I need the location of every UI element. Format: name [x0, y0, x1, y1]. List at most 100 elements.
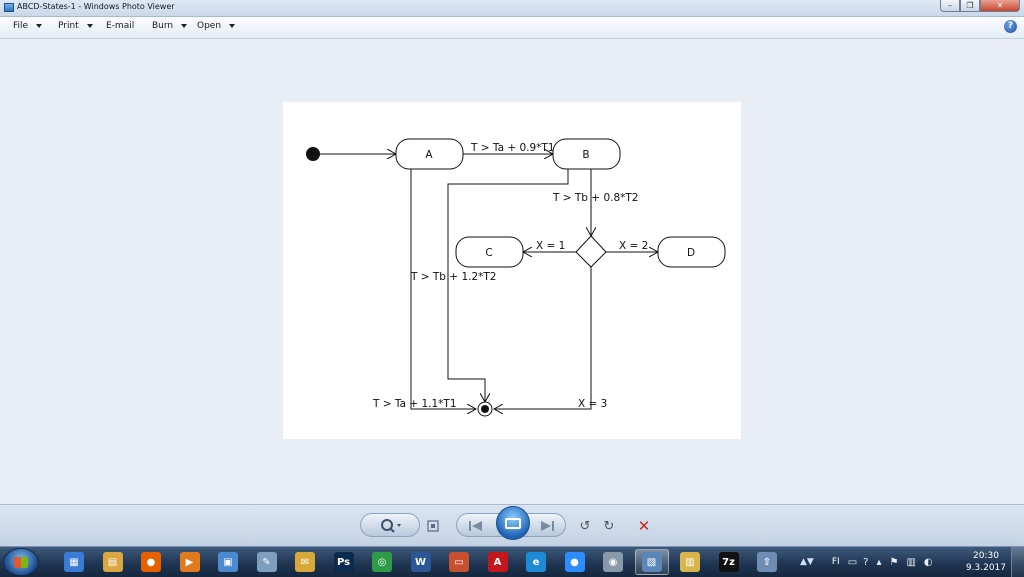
language-indicator[interactable]: FI [832, 557, 840, 567]
help-icon[interactable]: ? [1004, 20, 1017, 33]
menu-burn[interactable]: Burn [152, 21, 188, 31]
taskbar-app-button[interactable]: ▥ [673, 549, 707, 575]
chrome-icon: ◎ [372, 552, 392, 572]
label-choice-final: X = 3 [578, 398, 607, 410]
start-button[interactable] [3, 548, 39, 576]
slideshow-icon[interactable] [496, 506, 530, 540]
security-icon: ◉ [603, 552, 623, 572]
menu-print-label: Print [58, 21, 79, 31]
photo-viewer-icon: ▧ [641, 552, 662, 572]
state-b-label: B [582, 149, 589, 161]
taskbar-app-button[interactable]: ✉ [288, 549, 322, 575]
taskbar-app-button[interactable]: e [519, 549, 553, 575]
photo-viewer-app-icon [4, 3, 14, 12]
network-icon: ▣ [218, 552, 238, 572]
taskbar: ▦ ▤ ● ▶ ▣ ✎ ✉ Ps ◎ W ▭ Ae ● ◉ ▧ ▥ 7z ⇧ ▲▼ FI ▭ ? ▴ ⚑ ▥ ◐ … [0, 546, 1024, 577]
taskbar-app-button[interactable]: ⇧ [750, 549, 784, 575]
clock-date: 9.3.2017 [965, 563, 1006, 573]
outlook-icon: ✉ [295, 552, 315, 572]
taskbar-app-button[interactable]: 7z [712, 549, 746, 575]
acrobat-icon: A [487, 552, 508, 572]
label-b-choice: T > Tb + 0.8*T2 [552, 192, 638, 204]
internet-explorer-icon: e [526, 552, 546, 572]
displayed-image: A B C D T > Ta + 0.9*T1 T > Tb + 0.8*T2 … [283, 102, 741, 439]
taskbar-app-button[interactable]: ▶ [173, 549, 207, 575]
chevron-down-icon [181, 24, 188, 28]
chevron-down-icon [86, 24, 93, 28]
menu-print[interactable]: Print [58, 21, 93, 31]
tray-keyboard-icon[interactable]: ▭ [848, 557, 857, 568]
choice-node [575, 235, 607, 268]
next-icon[interactable] [534, 514, 560, 538]
rotate-counterclockwise-icon[interactable]: ↺ [576, 514, 594, 538]
tray-scroll-icon[interactable]: ▲▼ [800, 557, 814, 567]
label-b-final: T > Tb + 1.2*T2 [410, 271, 496, 283]
window-controls: – ❐ ✕ [940, 0, 1020, 12]
rotate-clockwise-icon[interactable]: ↻ [600, 514, 618, 538]
upload-icon: ⇧ [757, 552, 777, 572]
delete-icon[interactable]: ✕ [634, 514, 654, 538]
taskbar-app-button[interactable]: W [404, 549, 438, 575]
title-bar: ABCD-States-1 - Windows Photo Viewer – ❐… [0, 0, 1024, 17]
taskbar-app-button[interactable]: ◉ [596, 549, 630, 575]
menu-open[interactable]: Open [197, 21, 236, 31]
label-a-final: T > Ta + 1.1*T1 [372, 398, 457, 410]
7zip-icon: 7z [718, 552, 739, 572]
clock[interactable]: 20:30 9.3.2017 [966, 550, 1006, 574]
taskbar-app-button[interactable]: ✎ [250, 549, 284, 575]
menu-email[interactable]: E-mail [106, 21, 134, 31]
edge-choice-final [494, 267, 592, 409]
clock-time: 20:30 [972, 551, 999, 561]
tray-help-icon[interactable]: ? [863, 557, 868, 568]
word-icon: W [410, 552, 431, 572]
tray-expand-icon[interactable]: ▴ [876, 557, 881, 568]
media-player-icon: ▶ [179, 552, 200, 572]
chevron-down-icon [36, 24, 43, 28]
tray-network-icon[interactable]: ▥ [906, 557, 915, 568]
label-choice-d: X = 2 [619, 240, 648, 252]
window-title: ABCD-States-1 - Windows Photo Viewer [17, 2, 175, 11]
chevron-down-icon [229, 24, 236, 28]
zoom-app-icon: ● [564, 552, 585, 572]
system-tray: ▲▼ FI ▭ ? ▴ ⚑ ▥ ◐ [800, 547, 933, 577]
taskbar-app-button[interactable]: ▣ [211, 549, 245, 575]
edge-a-final [410, 168, 476, 409]
slides-icon: ▭ [449, 552, 469, 572]
menu-file[interactable]: File [13, 21, 43, 31]
image-viewport[interactable]: A B C D T > Ta + 0.9*T1 T > Tb + 0.8*T2 … [0, 39, 1024, 504]
firefox-icon: ● [141, 552, 161, 572]
menu-burn-label: Burn [152, 21, 174, 31]
tray-flag-icon[interactable]: ⚑ [889, 557, 898, 568]
taskbar-app-button[interactable]: A [481, 549, 515, 575]
maximize-button[interactable]: ❐ [960, 0, 980, 12]
libraries-icon: ▦ [64, 552, 84, 572]
menu-file-label: File [13, 21, 29, 31]
photoshop-icon: Ps [333, 552, 354, 572]
taskbar-app-button[interactable]: Ps [327, 549, 361, 575]
show-desktop-button[interactable] [1011, 547, 1024, 577]
taskbar-app-button[interactable]: ▤ [96, 549, 130, 575]
label-a-b: T > Ta + 0.9*T1 [470, 142, 555, 154]
label-choice-c: X = 1 [536, 240, 565, 252]
close-button[interactable]: ✕ [980, 0, 1020, 12]
previous-icon[interactable] [463, 514, 489, 538]
tray-volume-icon[interactable]: ◐ [924, 557, 933, 568]
taskbar-app-button[interactable]: ◎ [365, 549, 399, 575]
taskbar-app-button[interactable]: ▧ [634, 549, 669, 575]
minimize-button[interactable]: – [940, 0, 960, 12]
initial-node [306, 147, 320, 161]
edge-b-final [447, 168, 569, 402]
file-explorer-icon: ▤ [102, 552, 123, 572]
taskbar-app-button[interactable]: ● [558, 549, 592, 575]
menu-bar: File Print E-mail Burn Open ? [0, 17, 1024, 39]
zoom-icon[interactable] [376, 514, 406, 538]
notes-icon: ▥ [680, 552, 700, 572]
taskbar-app-button[interactable]: ▭ [442, 549, 476, 575]
fit-icon[interactable] [424, 514, 442, 538]
taskbar-app-button[interactable]: ● [134, 549, 168, 575]
state-c-label: C [485, 247, 492, 259]
state-a-label: A [425, 149, 433, 161]
taskbar-app-button[interactable]: ▦ [57, 549, 91, 575]
menu-email-label: E-mail [106, 21, 135, 31]
state-diagram: A B C D T > Ta + 0.9*T1 T > Tb + 0.8*T2 … [306, 138, 726, 417]
